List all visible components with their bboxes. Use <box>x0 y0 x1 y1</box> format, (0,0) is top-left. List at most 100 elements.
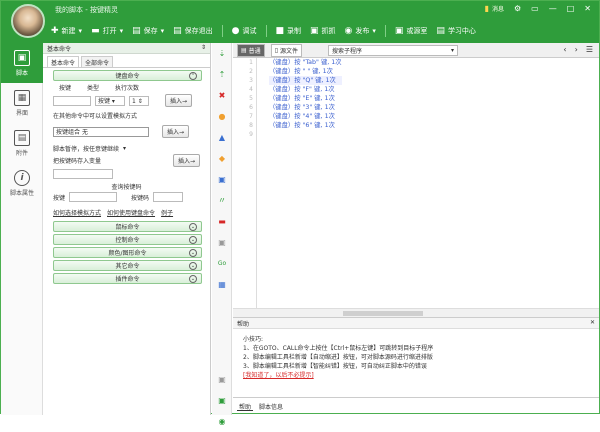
combo-row: 按键组合 无 插入→ <box>43 125 210 138</box>
editor-header: ▤ 普通 ▯ 源文件 搜索子程序 ▾ ‹ › ☰ <box>233 43 599 58</box>
dashboard-button[interactable]: ▣ 或源室 <box>395 26 428 36</box>
section-plugin-commands[interactable]: 插件命令 ⌄ <box>53 273 202 284</box>
grid-icon[interactable]: ▦ <box>212 274 232 295</box>
section-color-commands[interactable]: 颜色/图形命令 ⌄ <box>53 247 202 258</box>
expand-icon[interactable]: ⌄ <box>189 275 197 283</box>
tab-source-view[interactable]: ▯ 源文件 <box>270 43 303 57</box>
help-panel: 帮助 ✕ 小技巧: 1、在GOTO、CALL命令上按住【Ctrl+鼠标左键】可跳转… <box>233 317 599 397</box>
link-example[interactable]: 例子 <box>161 208 173 217</box>
nav-item-ui[interactable]: ▦ 界面 <box>1 83 43 123</box>
count-stepper[interactable]: 1 ⇕ <box>129 95 149 106</box>
tab-basic-commands[interactable]: 基本命令 <box>47 56 80 67</box>
quote-icon[interactable]: 〃 <box>212 190 232 211</box>
publish-button[interactable]: ◉ 发布 ▾ <box>345 26 376 36</box>
code-line[interactable]: （键盘）按 "Tab" 键, 1次 <box>269 58 342 67</box>
code-editor[interactable]: 1 2 3 4 5 6 7 8 9 （键盘）按 "Tab" 键, 1次 （键盘）… <box>233 58 599 308</box>
bookmark-icon[interactable]: ◆ <box>212 148 232 169</box>
section-keyboard-commands[interactable]: 键盘命令 ⌃ <box>53 70 202 81</box>
expand-icon[interactable]: ⌄ <box>189 236 197 244</box>
app-window: 我的脚本 - 按键精灵 ▮ 消息 ⚙ ▭ — □ ✕ ✚ 新建 ▾ ▬ 打开 ▾ ▤ 保存 ▾… <box>0 0 600 426</box>
eye-icon[interactable]: ◉ <box>212 411 232 432</box>
tab-help[interactable]: 帮助 <box>237 402 254 411</box>
chevron-right-icon[interactable]: › <box>575 45 578 54</box>
insert-pause-button[interactable]: 插入→ <box>172 154 200 167</box>
pin-icon[interactable]: ⇕ <box>201 44 206 52</box>
new-button[interactable]: ✚ 新建 ▾ <box>51 26 82 36</box>
title-bar: 我的脚本 - 按键精灵 ▮ 消息 ⚙ ▭ — □ ✕ ✚ 新建 ▾ ▬ 打开 ▾ ▤ 保存 ▾… <box>1 1 599 43</box>
expand-icon[interactable]: ⌄ <box>189 262 197 270</box>
folder-icon: ▬ <box>91 26 100 36</box>
learn-center-button[interactable]: ▤ 学习中心 <box>436 26 476 36</box>
image-icon[interactable]: ▣ <box>212 369 232 390</box>
chevron-left-icon[interactable]: ‹ <box>563 45 566 54</box>
code-line[interactable]: （键盘）按 "6" 键, 1次 <box>269 121 342 130</box>
goto-icon[interactable]: Go <box>212 253 232 274</box>
subroutine-select[interactable]: 搜索子程序 ▾ <box>328 44 459 56</box>
type-select[interactable]: 按键 ▾ <box>95 95 125 106</box>
screenshot-icon[interactable]: ▣ <box>212 390 232 411</box>
link-keyboard-usage[interactable]: 如何使用键盘命令 <box>107 208 155 217</box>
dismiss-tip-link[interactable]: [我知道了，以后不必提示] <box>243 371 589 380</box>
grab-button[interactable]: ▣ 抓抓 <box>310 26 336 36</box>
delete-icon[interactable]: ✖ <box>212 85 232 106</box>
query-key-input[interactable] <box>69 192 118 202</box>
code-line[interactable]: （键盘）按 "F" 键, 1次 <box>269 85 342 94</box>
left-nav: ▣ 脚本 ▦ 界面 ▤ 附件 i 脚本属性 <box>1 43 43 415</box>
variable-input[interactable] <box>53 169 113 179</box>
link-simulation-mode[interactable]: 如何选择模拟方式 <box>53 208 101 217</box>
save-exit-button[interactable]: ▤ 保存退出 <box>173 26 213 36</box>
move-up-icon[interactable]: ⇡ <box>212 64 232 85</box>
section-mouse-commands[interactable]: 鼠标命令 ⌄ <box>53 221 202 232</box>
collapse-icon[interactable]: ⌃ <box>189 72 197 80</box>
command-panel: 基本命令 ⇕ 基本命令 全部命令 键盘命令 ⌃ 按键 类型 执行次数 按键 ▾ 1 … <box>43 43 211 415</box>
debug-button[interactable]: ● 调试 <box>232 26 257 36</box>
publish-icon: ◉ <box>344 26 353 36</box>
comment-icon[interactable]: ▲ <box>212 127 232 148</box>
editor-nav: ‹ › ☰ <box>563 45 593 54</box>
avatar[interactable] <box>11 4 45 38</box>
record-button[interactable]: ■ 录制 <box>276 26 302 36</box>
code-line[interactable]: （键盘）按 "E" 键, 1次 <box>269 94 342 103</box>
settings-icon[interactable]: ⚙ <box>514 4 521 13</box>
variable-input-row <box>43 169 210 179</box>
indent-icon[interactable]: ▣ <box>212 169 232 190</box>
bottom-tabs: 帮助 脚本信息 <box>233 397 599 415</box>
code-line[interactable]: （键盘）按 " " 键, 1次 <box>269 67 342 76</box>
open-button[interactable]: ▬ 打开 ▾ <box>91 26 123 36</box>
nav-item-attachment[interactable]: ▤ 附件 <box>1 123 43 163</box>
section-other-commands[interactable]: 其它命令 ⌄ <box>53 260 202 271</box>
scrollbar-thumb[interactable] <box>343 311 423 316</box>
debug-icon: ● <box>231 26 240 36</box>
file-icon: ▯ <box>274 46 278 54</box>
horizontal-scrollbar[interactable] <box>233 308 599 317</box>
nav-item-script[interactable]: ▣ 脚本 <box>1 43 43 83</box>
format-icon[interactable]: ▬ <box>212 211 232 232</box>
close-icon[interactable]: ✕ <box>584 4 591 13</box>
move-down-icon[interactable]: ⇣ <box>212 43 232 64</box>
code-line[interactable]: （键盘）按 "3" 键, 1次 <box>269 103 342 112</box>
minimize-icon[interactable]: — <box>549 4 557 13</box>
insert-button[interactable]: 插入→ <box>165 94 193 107</box>
tab-normal-view[interactable]: ▤ 普通 <box>237 43 265 57</box>
menu-icon[interactable]: ☰ <box>586 45 593 54</box>
insert-combo-button[interactable]: 插入→ <box>162 125 190 138</box>
tab-script-info[interactable]: 脚本信息 <box>257 402 285 411</box>
nav-item-properties[interactable]: i 脚本属性 <box>1 163 43 203</box>
pause-select[interactable]: 脚本暂停，按任意键继续 ▾ <box>43 144 210 153</box>
maximize-icon[interactable]: □ <box>567 4 575 13</box>
key-input[interactable] <box>53 95 91 106</box>
breakpoint-icon[interactable]: ● <box>212 106 232 127</box>
code-line-current[interactable]: （键盘）按 "Q" 键, 1次 <box>269 76 342 85</box>
close-icon[interactable]: ✕ <box>590 319 595 327</box>
message-button[interactable]: ▮ 消息 <box>485 4 504 13</box>
query-row: 按键 按键码 <box>43 192 210 202</box>
section-control-commands[interactable]: 控制命令 ⌄ <box>53 234 202 245</box>
expand-icon[interactable]: ⌄ <box>189 223 197 231</box>
combo-field[interactable]: 按键组合 无 <box>53 126 149 137</box>
tab-all-commands[interactable]: 全部命令 <box>81 56 114 67</box>
code-line[interactable]: （键盘）按 "4" 键, 1次 <box>269 112 342 121</box>
undo-icon[interactable]: ▣ <box>212 232 232 253</box>
save-button[interactable]: ▤ 保存 ▾ <box>132 26 164 36</box>
skin-icon[interactable]: ▭ <box>531 4 539 13</box>
expand-icon[interactable]: ⌄ <box>189 249 197 257</box>
